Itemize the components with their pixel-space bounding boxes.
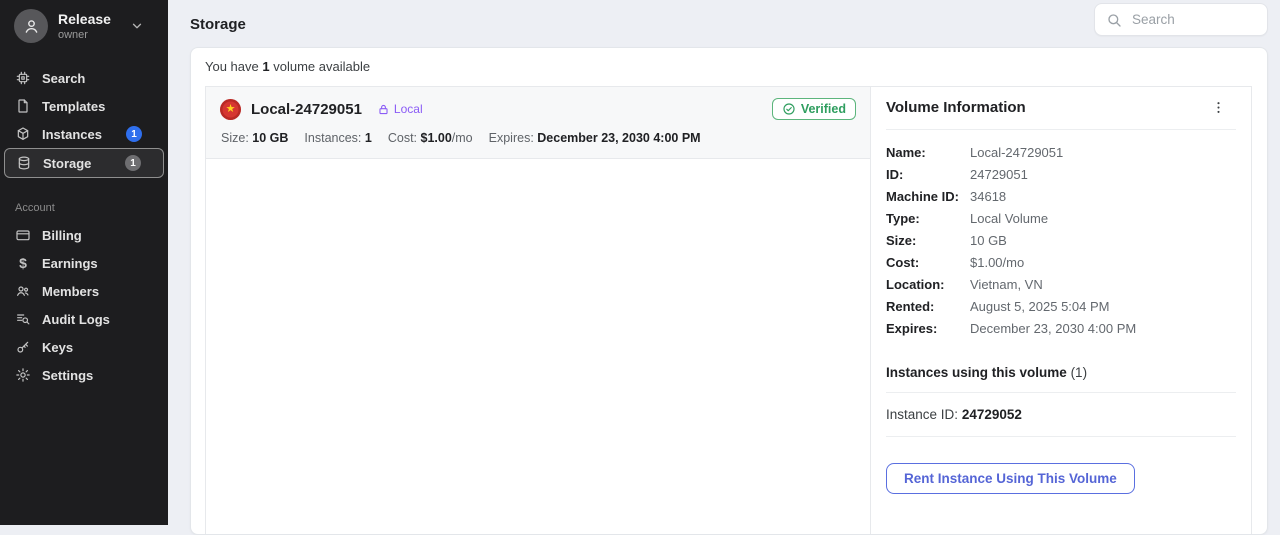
vietnam-flag-icon: ★ xyxy=(220,98,241,120)
sidebar-item-earnings[interactable]: $ Earnings xyxy=(0,249,168,277)
main-content: Storage You have 1 volume available ★ Lo… xyxy=(168,0,1280,535)
instance-id-value: 24729052 xyxy=(961,407,1022,422)
volume-size: Size: 10 GB xyxy=(221,131,289,145)
volume-summary: You have 1 volume available xyxy=(205,59,371,74)
verified-label: Verified xyxy=(800,102,846,116)
verified-badge: Verified xyxy=(771,98,856,120)
sidebar-item-keys[interactable]: Keys xyxy=(0,333,168,361)
sidebar-item-templates[interactable]: Templates xyxy=(0,92,168,120)
chevron-down-icon[interactable] xyxy=(130,19,144,33)
local-tag: Local xyxy=(377,102,423,116)
info-field-id: ID: 24729051 xyxy=(886,167,1028,182)
info-field-cost: Cost: $1.00/mo xyxy=(886,255,1025,270)
sidebar-nav: Search Templates Instances 1 Storage 1 xyxy=(0,64,168,178)
sidebar-item-label: Audit Logs xyxy=(42,311,110,327)
search-icon xyxy=(1106,12,1122,28)
storage-count-badge: 1 xyxy=(125,155,141,171)
rent-instance-button[interactable]: Rent Instance Using This Volume xyxy=(886,463,1135,494)
workspace-avatar xyxy=(14,9,48,43)
volume-expires: Expires: December 23, 2030 4:00 PM xyxy=(488,131,701,145)
volume-info-panel: Volume Information Name: Local-24729051 I… xyxy=(870,87,1251,534)
volume-name: Local-24729051 xyxy=(251,100,362,118)
instances-count-badge: 1 xyxy=(126,126,142,142)
sidebar-item-search[interactable]: Search xyxy=(0,64,168,92)
sidebar-item-label: Instances xyxy=(42,126,102,142)
kebab-menu-icon[interactable] xyxy=(1211,100,1226,115)
account-section-label: Account xyxy=(15,202,55,214)
volume-row[interactable]: ★ Local-24729051 Local Verified Size: 10… xyxy=(206,87,870,159)
info-panel-title: Volume Information xyxy=(886,99,1026,116)
sidebar-item-storage[interactable]: Storage 1 xyxy=(4,148,164,178)
volume-details-row: Size: 10 GB Instances: 1 Cost: $1.00/mo … xyxy=(220,131,856,145)
sidebar: Release owner Search Templates Instances… xyxy=(0,0,168,525)
sidebar-item-label: Billing xyxy=(42,227,82,243)
person-icon xyxy=(22,17,41,36)
volume-cost: Cost: $1.00/mo xyxy=(387,131,473,145)
people-icon xyxy=(15,283,31,299)
cube-icon xyxy=(15,126,31,142)
sidebar-item-label: Earnings xyxy=(42,255,98,271)
sidebar-item-label: Settings xyxy=(42,367,94,383)
divider xyxy=(886,436,1236,437)
gear-icon xyxy=(15,367,31,383)
info-field-size: Size: 10 GB xyxy=(886,233,1007,248)
workspace-role: owner xyxy=(58,28,88,41)
info-field-type: Type: Local Volume xyxy=(886,211,1049,226)
list-search-icon xyxy=(15,311,31,327)
check-circle-icon xyxy=(782,102,796,116)
info-field-name: Name: Local-24729051 xyxy=(886,145,1064,160)
sidebar-item-label: Keys xyxy=(42,339,74,355)
divider xyxy=(886,392,1236,393)
sidebar-item-label: Storage xyxy=(43,155,92,171)
instance-id-row: Instance ID: 24729052 xyxy=(886,407,1022,422)
local-tag-label: Local xyxy=(393,102,423,116)
info-field-machine-id: Machine ID: 34618 xyxy=(886,189,1007,204)
chip-icon xyxy=(15,70,31,86)
sidebar-item-audit-logs[interactable]: Audit Logs xyxy=(0,305,168,333)
volume-list: ★ Local-24729051 Local Verified Size: 10… xyxy=(206,87,870,534)
key-icon xyxy=(15,339,31,355)
info-field-rented: Rented: August 5, 2025 5:04 PM xyxy=(886,299,1110,314)
sidebar-item-label: Templates xyxy=(42,98,106,114)
info-field-expires: Expires: December 23, 2030 4:00 PM xyxy=(886,321,1137,336)
sidebar-item-billing[interactable]: Billing xyxy=(0,221,168,249)
sidebar-item-members[interactable]: Members xyxy=(0,277,168,305)
sidebar-item-instances[interactable]: Instances 1 xyxy=(0,120,168,148)
database-icon xyxy=(16,155,32,171)
sidebar-item-label: Members xyxy=(42,283,100,299)
info-field-location: Location: Vietnam, VN xyxy=(886,277,1043,292)
volume-instances: Instances: 1 xyxy=(304,131,372,145)
sidebar-item-label: Search xyxy=(42,70,86,86)
page-title: Storage xyxy=(190,16,246,34)
credit-card-icon xyxy=(15,227,31,243)
volume-detail-container: ★ Local-24729051 Local Verified Size: 10… xyxy=(205,86,1252,534)
global-search[interactable] xyxy=(1094,3,1268,36)
instances-using-heading: Instances using this volume (1) xyxy=(886,365,1088,380)
volume-count: 1 xyxy=(262,59,270,74)
divider xyxy=(886,129,1236,130)
account-nav: Billing $ Earnings Members Audit Logs Ke… xyxy=(0,221,168,389)
lock-icon xyxy=(377,103,390,116)
document-icon xyxy=(15,98,31,114)
workspace-name: Release xyxy=(58,10,111,27)
dollar-icon: $ xyxy=(19,255,27,271)
storage-card: You have 1 volume available ★ Local-2472… xyxy=(190,47,1268,535)
search-input[interactable] xyxy=(1130,11,1256,28)
instances-using-count: (1) xyxy=(1070,365,1088,380)
workspace-switcher[interactable]: Release owner xyxy=(0,0,168,52)
sidebar-item-settings[interactable]: Settings xyxy=(0,361,168,389)
